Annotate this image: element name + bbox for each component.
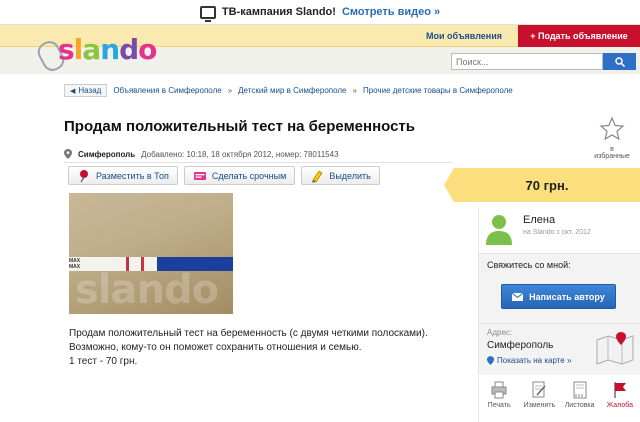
promote-top-label: Разместить в Топ (96, 170, 169, 181)
contact-label: Свяжитесь со мной: (487, 260, 571, 270)
complain-label: Жалоба (606, 402, 633, 409)
slando-logo[interactable]: slando (34, 29, 158, 75)
description-line: 1 тест - 70 грн. (69, 356, 138, 367)
description-line: Возможно, кому-то он поможет сохранить о… (69, 342, 362, 353)
site-header: slando Мои объявления + Подать объявлени… (0, 24, 640, 75)
envelope-icon (512, 292, 524, 301)
location-pin-icon (64, 149, 72, 159)
back-button[interactable]: ◀ Назад (64, 84, 108, 97)
ad-description: Продам положительный тест на беременност… (69, 327, 428, 369)
show-on-map-label: Показать на карте » (497, 356, 572, 365)
breadcrumb-item[interactable]: Детский мир в Симферополе (238, 86, 346, 95)
make-urgent-button[interactable]: Сделать срочным (183, 166, 296, 185)
ad-meta: Симферополь Добавлено: 10:18, 18 октября… (64, 149, 339, 159)
highlight-label: Выделить (329, 170, 371, 181)
print-label: Печать (487, 402, 511, 409)
description-line: Продам положительный тест на беременност… (69, 328, 428, 339)
contact-box: Свяжитесь со мной: Написать автору (478, 253, 640, 323)
promo-text: ТВ-кампания Slando! (221, 6, 336, 18)
ad-city: Симферополь (78, 149, 136, 159)
promo-video-link[interactable]: Смотреть видео » (342, 6, 440, 18)
price-tag: 70 грн. (444, 168, 640, 202)
search-input[interactable] (451, 53, 603, 70)
write-author-button[interactable]: Написать автору (501, 284, 616, 309)
flyer-icon (573, 381, 587, 399)
edit-button[interactable]: Изменить (521, 377, 557, 422)
photo-watermark: slando (75, 267, 219, 313)
printer-icon (491, 381, 507, 399)
ad-added-info: Добавлено: 10:18, 18 октября 2012, номер… (141, 149, 339, 159)
divider (64, 162, 452, 163)
address-city: Симферополь (487, 340, 554, 351)
highlight-button[interactable]: Выделить (301, 166, 380, 185)
star-icon (599, 116, 625, 141)
promote-top-button[interactable]: Разместить в Топ (68, 166, 178, 185)
ad-tools: Печать Изменить Листовка Жалоба (478, 377, 640, 422)
logo-wordmark: slando (58, 33, 157, 66)
breadcrumb-separator: » (352, 86, 357, 95)
breadcrumb-item[interactable]: Прочие детские товары в Симферополе (363, 86, 513, 95)
back-arrow-icon: ◀ (70, 87, 76, 95)
show-on-map-link[interactable]: Показать на карте » (487, 356, 571, 365)
promo-bar: ТВ-кампания Slando! Смотреть видео » (0, 0, 640, 24)
flyer-label: Листовка (564, 402, 595, 409)
address-label: Адрес: (487, 328, 513, 337)
breadcrumb-separator: » (227, 86, 233, 95)
edit-label: Изменить (523, 402, 556, 409)
post-ad-button[interactable]: + Подать объявление (518, 25, 640, 47)
my-ads-link[interactable]: Мои объявления (426, 31, 502, 41)
pushpin-icon (80, 169, 88, 182)
favorite-button[interactable]: в избранные (592, 116, 632, 160)
search-icon (614, 56, 625, 67)
ad-actions: Разместить в Топ Сделать срочным Выделит… (68, 166, 380, 185)
breadcrumb-item[interactable]: Объявления в Симферополе (113, 86, 221, 95)
make-urgent-label: Сделать срочным (211, 170, 287, 181)
search-button[interactable] (603, 53, 636, 70)
map-icon[interactable] (595, 330, 635, 366)
page-title: Продам положительный тест на беременност… (64, 118, 415, 135)
print-button[interactable]: Печать (481, 377, 517, 422)
back-label: Назад (78, 86, 102, 95)
address-box: Адрес: Симферополь Показать на карте » (478, 323, 640, 375)
map-pin-icon (487, 356, 494, 365)
ad-photo[interactable]: MAX MAX slando (69, 193, 233, 314)
highlighter-icon (312, 169, 323, 183)
favorite-label: в избранные (594, 146, 630, 160)
urgent-tag-icon (193, 171, 206, 180)
complain-button[interactable]: Жалоба (602, 377, 638, 422)
edit-document-icon (532, 381, 546, 398)
flag-icon (614, 382, 626, 398)
flyer-button[interactable]: Листовка (562, 377, 598, 422)
tv-icon (199, 5, 216, 22)
write-author-label: Написать автору (529, 291, 605, 302)
user-avatar-icon (486, 215, 512, 245)
breadcrumb: ◀ Назад Объявления в Симферополе » Детск… (64, 84, 513, 97)
seller-since: на Slando с окт. 2012 (523, 229, 591, 236)
seller-name: Елена (523, 214, 556, 226)
seller-info: Елена на Slando с окт. 2012 (478, 207, 640, 253)
